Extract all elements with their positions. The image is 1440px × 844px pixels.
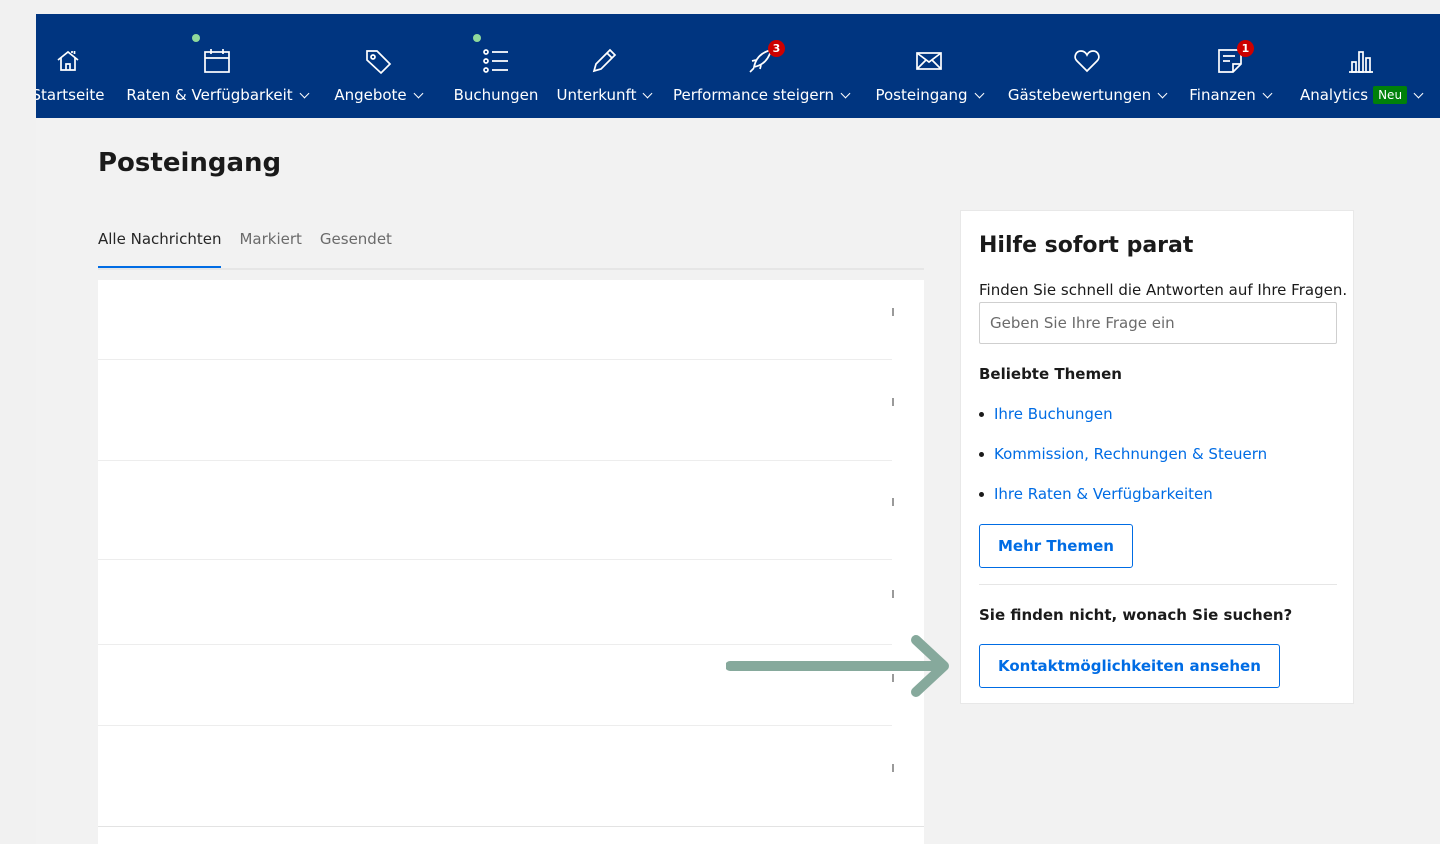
row-tick-mark (892, 308, 894, 316)
nav-label: Finanzen (1189, 86, 1256, 104)
page-title: Posteingang (98, 148, 282, 178)
topic-link-kommission[interactable]: Kommission, Rechnungen & Steuern (979, 445, 1267, 463)
nav-label: Startseite (36, 86, 105, 104)
list-item[interactable] (98, 361, 892, 461)
notification-badge: 1 (1237, 40, 1254, 57)
nav-item-buchungen[interactable]: Buchungen (448, 14, 544, 118)
message-tabs: Alle Nachrichten Markiert Gesendet (98, 230, 924, 270)
nav-label: Posteingang (875, 86, 968, 104)
list-item[interactable] (98, 727, 892, 827)
list-item[interactable] (98, 462, 892, 560)
tab-markiert[interactable]: Markiert (239, 230, 301, 268)
nav-label: Performance steigern (672, 86, 835, 104)
house-icon (54, 44, 82, 78)
nav-label: Unterkunft (556, 86, 637, 104)
heart-icon (1072, 44, 1102, 78)
nav-item-finanzen[interactable]: 1 Finanzen (1186, 14, 1274, 118)
list-item[interactable] (98, 280, 892, 360)
help-search-input[interactable] (979, 302, 1337, 344)
nav-item-startseite[interactable]: Startseite (36, 14, 106, 118)
green-dot-indicator (473, 34, 481, 42)
pencil-icon (589, 44, 619, 78)
bar-chart-icon (1346, 44, 1376, 78)
rocket-icon: 3 (746, 40, 785, 78)
message-list-footer (98, 826, 924, 844)
bullet-icon (979, 491, 984, 497)
message-list (98, 280, 924, 830)
nav-label: Buchungen (453, 86, 539, 104)
nav-item-performance-steigern[interactable]: 3 Performance steigern (672, 14, 851, 118)
row-tick-mark (892, 398, 894, 406)
nav-item-angebote[interactable]: Angebote (328, 14, 428, 118)
nav-label: Gästebewertungen (1007, 86, 1152, 104)
chevron-down-icon (840, 88, 851, 98)
contact-options-button[interactable]: Kontaktmöglichkeiten ansehen (979, 644, 1280, 688)
nav-item-posteingang[interactable]: Posteingang (872, 14, 986, 118)
annotation-arrow-icon (726, 635, 949, 697)
tag-icon (363, 44, 393, 78)
topic-link-raten[interactable]: Ihre Raten & Verfügbarkeiten (979, 485, 1213, 503)
app-frame: Startseite Raten & Verfügbarkeit Angebot… (36, 14, 1440, 844)
topic-label: Kommission, Rechnungen & Steuern (994, 445, 1268, 463)
document-icon: 1 (1215, 40, 1254, 78)
topic-link-ihre-buchungen[interactable]: Ihre Buchungen (979, 405, 1113, 423)
bullet-icon (979, 451, 984, 457)
chevron-down-icon (413, 88, 424, 98)
envelope-icon (914, 44, 944, 78)
calendar-icon (192, 34, 232, 78)
chevron-down-icon (1413, 88, 1424, 98)
nav-label: Analytics (1299, 86, 1369, 104)
tab-gesendet[interactable]: Gesendet (320, 230, 392, 268)
list-icon (473, 34, 511, 78)
tab-alle-nachrichten[interactable]: Alle Nachrichten (98, 230, 222, 268)
divider (979, 584, 1337, 585)
top-navigation: Startseite Raten & Verfügbarkeit Angebot… (36, 14, 1440, 118)
nav-item-gaestebewertungen[interactable]: Gästebewertungen (1006, 14, 1168, 118)
help-subtitle: Finden Sie schnell die Antworten auf Ihr… (979, 281, 1348, 299)
new-badge: Neu (1373, 86, 1408, 104)
green-dot-indicator (192, 34, 200, 42)
topic-label: Ihre Buchungen (994, 405, 1113, 423)
chevron-down-icon (1262, 88, 1273, 98)
notification-badge: 3 (768, 40, 785, 57)
chevron-down-icon (299, 88, 310, 98)
nav-item-raten-verfuegbarkeit[interactable]: Raten & Verfügbarkeit (126, 14, 310, 118)
row-tick-mark (892, 764, 894, 772)
bullet-icon (979, 411, 984, 417)
not-found-heading: Sie finden nicht, wonach Sie suchen? (979, 606, 1293, 624)
topics-heading: Beliebte Themen (979, 365, 1122, 383)
topic-label: Ihre Raten & Verfügbarkeiten (994, 485, 1213, 503)
chevron-down-icon (643, 88, 653, 98)
nav-item-analytics[interactable]: Analytics Neu (1298, 14, 1424, 118)
more-topics-button[interactable]: Mehr Themen (979, 524, 1133, 568)
nav-item-unterkunft[interactable]: Unterkunft (554, 14, 654, 118)
nav-label: Raten & Verfügbarkeit (126, 86, 293, 104)
help-title: Hilfe sofort parat (979, 233, 1194, 258)
help-card: Hilfe sofort parat Finden Sie schnell di… (960, 210, 1354, 704)
row-tick-mark (892, 590, 894, 598)
chevron-down-icon (1157, 88, 1168, 98)
row-tick-mark (892, 498, 894, 506)
nav-label: Angebote (334, 86, 407, 104)
list-item[interactable] (98, 561, 892, 645)
chevron-down-icon (974, 88, 984, 98)
